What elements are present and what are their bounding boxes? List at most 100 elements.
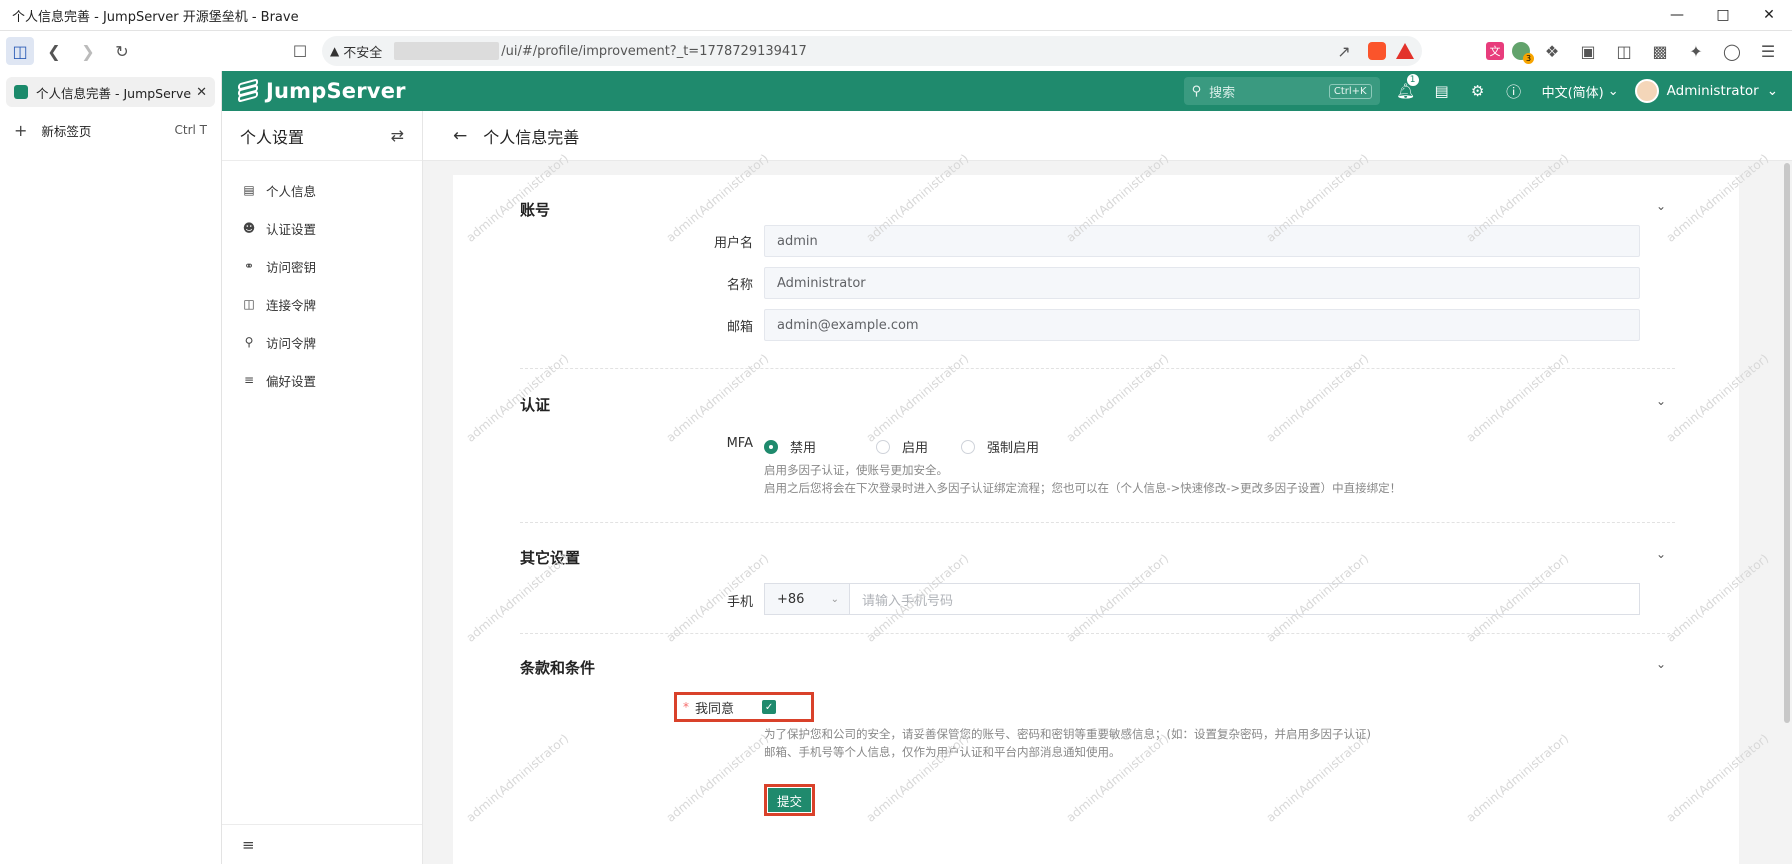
terms-help-line1: 为了保护您和公司的安全，请妥善保管您的账号、密码和密钥等重要敏感信息；(如：设置… (764, 727, 1371, 741)
avatar (1634, 79, 1659, 103)
global-search[interactable]: ⚲ 搜索 Ctrl+K (1183, 77, 1380, 105)
vpn-icon[interactable]: ◯ (1718, 37, 1746, 65)
sidebar-item-label: 个人信息 (266, 183, 317, 199)
mfa-option-enabled[interactable]: 启用 (876, 437, 928, 456)
section-divider (520, 633, 1675, 634)
settings-gear-icon[interactable]: ⚙ (1460, 71, 1496, 111)
phone-input[interactable]: 请输入手机号码 (850, 583, 1640, 615)
extension-badge-icon[interactable] (1512, 42, 1534, 64)
page-title: 个人信息完善 (483, 127, 580, 147)
mfa-help-line1: 启用多因子认证，使账号更加安全。 (764, 463, 948, 477)
window-title: 个人信息完善 - JumpServer 开源堡垒机 - Brave (12, 9, 299, 25)
submit-button[interactable]: 提交 (768, 788, 811, 812)
name-label: 名称 (726, 278, 753, 293)
tab-title: 个人信息完善 - JumpServe (36, 85, 192, 101)
url-text[interactable]: /ui/#/profile/improvement?_t=17787291394… (501, 44, 806, 59)
sliders-icon: ≡ (243, 373, 255, 387)
phone-country-code-select[interactable]: +86 ⌄ (764, 583, 850, 615)
sidebar-header: 个人设置 ⇄ (222, 111, 422, 161)
section-title-account: 账号 (520, 201, 551, 219)
maximize-icon[interactable]: □ (1700, 0, 1746, 31)
notification-button[interactable]: 🔔︎ 1 (1388, 71, 1424, 111)
wallet-icon[interactable]: ▩ (1646, 37, 1674, 65)
minimize-icon[interactable]: — (1654, 0, 1700, 31)
app-header: JumpServer ⚲ 搜索 Ctrl+K 🔔︎ 1 ▤ ⚙ ⓘ 中文(简体)… (222, 71, 1792, 111)
leo-ai-icon[interactable]: ✦ (1682, 37, 1710, 65)
chevron-down-icon: ⌄ (1766, 83, 1778, 99)
terms-help-line2: 邮箱、手机号等个人信息，仅作为用户认证和平台内部消息通知使用。 (764, 745, 1121, 759)
collapse-menu-icon[interactable]: ≡ (222, 824, 422, 864)
screenshot-icon[interactable]: ▣ (1574, 37, 1602, 65)
agree-checkbox-field[interactable]: * 我同意 ✓ (674, 692, 814, 722)
help-icon[interactable]: ⓘ (1496, 71, 1532, 111)
back-arrow-icon[interactable]: ← (453, 126, 467, 146)
sidebar-panel-icon[interactable]: ◫ (1610, 37, 1638, 65)
username-field[interactable]: admin (764, 225, 1640, 257)
reload-icon[interactable]: ↻ (108, 37, 136, 65)
sidebar-item-connection-token[interactable]: ◫ 连接令牌 (222, 285, 422, 323)
username-label: 用户名 (713, 236, 753, 251)
new-tab-label: 新标签页 (41, 123, 92, 139)
user-auth-icon: ☻ (242, 221, 256, 235)
radio-selected (764, 439, 778, 454)
sidebar-item-label: 认证设置 (266, 221, 317, 237)
sidebar-item-preferences[interactable]: ≡ 偏好设置 (222, 361, 422, 399)
brand-logo[interactable]: JumpServer (222, 78, 406, 103)
radio-label: 强制启用 (987, 441, 1040, 456)
search-placeholder: 搜索 (1209, 85, 1236, 101)
user-menu[interactable]: Administrator ⌄ (1634, 79, 1778, 103)
translate-extension-icon[interactable]: 文 (1486, 42, 1504, 60)
brave-shields-icon[interactable] (1368, 42, 1386, 60)
search-icon: ⚲ (1191, 83, 1202, 99)
email-field[interactable]: admin@example.com (764, 309, 1640, 341)
terminal-icon[interactable]: ▤ (1424, 71, 1460, 111)
name-field[interactable]: Administrator (764, 267, 1640, 299)
brand-name: JumpServer (266, 79, 406, 103)
tab-active[interactable]: 个人信息完善 - JumpServe ✕ (6, 77, 215, 107)
menu-icon[interactable]: ☰ (1754, 37, 1782, 65)
collapse-terms-icon[interactable]: ⌄ (1656, 657, 1666, 671)
sidebar-item-access-token[interactable]: ⚲ 访问令牌 (222, 323, 422, 361)
mfa-option-forced[interactable]: 强制启用 (961, 437, 1039, 456)
sidebar-toggle-icon[interactable]: ◫ (6, 37, 34, 65)
mfa-option-disabled[interactable]: 禁用 (764, 437, 816, 456)
switch-view-icon[interactable]: ⇄ (391, 126, 404, 145)
forward-icon[interactable]: ❯ (74, 37, 102, 65)
url-host-redacted (394, 42, 500, 60)
language-selector[interactable]: 中文(简体) ⌄ (1542, 82, 1619, 101)
new-tab-button[interactable]: + 新标签页 Ctrl T (0, 115, 221, 145)
content-scrollbar[interactable] (1782, 163, 1792, 863)
jumpserver-logo-icon (236, 78, 260, 103)
sidebar-item-label: 连接令牌 (266, 297, 317, 313)
collapse-account-icon[interactable]: ⌄ (1656, 199, 1666, 213)
email-label: 邮箱 (726, 320, 753, 335)
collapse-other-icon[interactable]: ⌄ (1656, 547, 1666, 561)
back-icon[interactable]: ❮ (40, 37, 68, 65)
close-window-icon[interactable]: ✕ (1746, 0, 1792, 31)
sidebar-item-access-key[interactable]: ⚭ 访问密钥 (222, 247, 422, 285)
page-header: ← 个人信息完善 (423, 111, 1792, 161)
close-tab-icon[interactable]: ✕ (196, 85, 207, 100)
bookmark-icon[interactable]: ☐ (286, 37, 314, 65)
user-name: Administrator (1666, 83, 1759, 99)
checkbox-checked-icon[interactable]: ✓ (762, 700, 777, 714)
sidebar-item-auth-settings[interactable]: ☻ 认证设置 (222, 209, 422, 247)
sidebar-item-profile[interactable]: ▤ 个人信息 (222, 171, 422, 209)
settings-sidebar: 个人设置 ⇄ ▤ 个人信息 ☻ 认证设置 ⚭ 访问密钥 ◫ 连接令牌 ⚲ 访问令… (222, 111, 423, 864)
section-divider (520, 368, 1675, 369)
collapse-auth-icon[interactable]: ⌄ (1656, 394, 1666, 408)
share-icon[interactable]: ↗ (1330, 37, 1358, 65)
phone-label: 手机 (726, 595, 753, 610)
section-title-other: 其它设置 (520, 549, 581, 567)
extensions-puzzle-icon[interactable]: ❖ (1538, 37, 1566, 65)
address-bar[interactable]: ▲ 不安全 /ui/#/profile/improvement?_t=17787… (322, 36, 1422, 66)
radio-unselected (961, 439, 975, 454)
section-title-terms: 条款和条件 (520, 659, 596, 677)
language-label: 中文(简体) (1541, 85, 1604, 101)
shield-icon: ◫ (243, 297, 255, 311)
brave-rewards-icon[interactable] (1396, 43, 1414, 59)
key-solid-icon: ⚲ (244, 335, 254, 349)
window-titlebar: 个人信息完善 - JumpServer 开源堡垒机 - Brave — □ ✕ (0, 0, 1792, 31)
main-content: ← 个人信息完善 账号 ⌄ 用户名 admin 名称 Administrator… (423, 111, 1792, 864)
submit-button-frame: 提交 (764, 784, 815, 816)
